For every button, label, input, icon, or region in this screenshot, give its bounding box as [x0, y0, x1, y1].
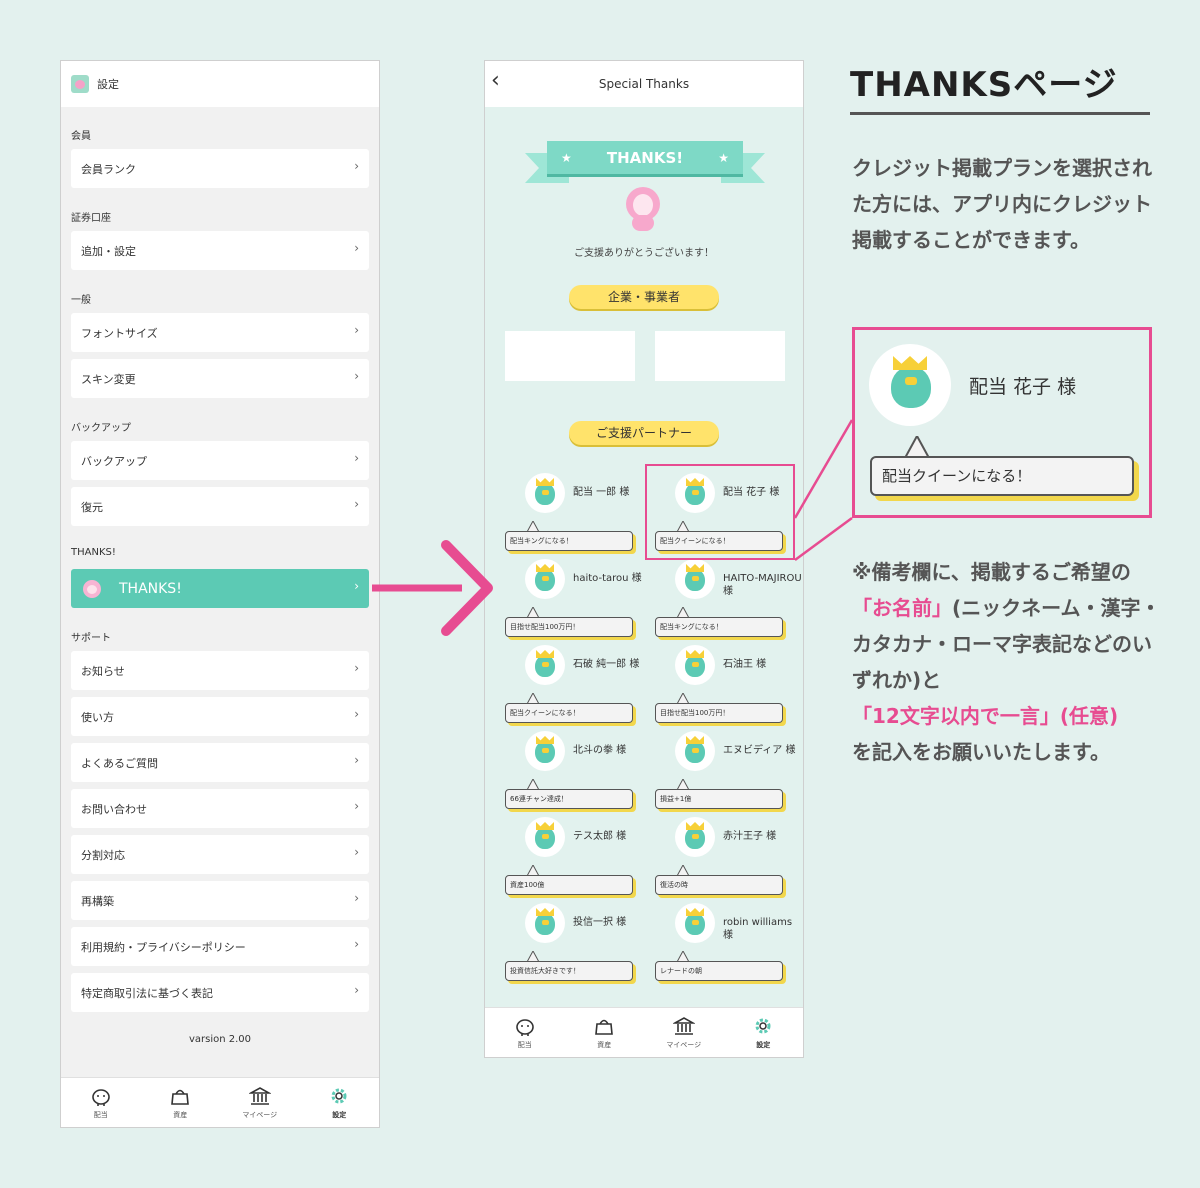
info-description: クレジット掲載プランを選択された方には、アプリ内にクレジット掲載することができま… — [852, 156, 1152, 252]
note-text-1: ※備考欄に、掲載するご希望の — [852, 560, 1131, 584]
speech-bubble-tail — [905, 436, 929, 458]
note-name-emphasis: 「お名前」 — [852, 596, 952, 620]
info-note: ※備考欄に、掲載するご希望の「お名前」(ニックネーム・漢字・カタカナ・ローマ字表… — [852, 554, 1164, 770]
connector-line — [794, 516, 853, 562]
callout-name: 配当 花子 様 — [969, 376, 1077, 398]
penguin-king-avatar — [869, 344, 951, 426]
note-message-emphasis: 「12文字以内で一言」(任意) — [852, 704, 1119, 728]
info-title: THANKSページ — [850, 65, 1118, 105]
note-text-3: を記入をお願いいたします。 — [852, 740, 1110, 764]
title-underline — [850, 112, 1150, 115]
callout-message: 配当クイーンになる！ — [870, 456, 1134, 496]
highlight-box-large: 配当 花子 様 配当クイーンになる！ — [852, 327, 1152, 518]
connector-line — [793, 419, 854, 519]
